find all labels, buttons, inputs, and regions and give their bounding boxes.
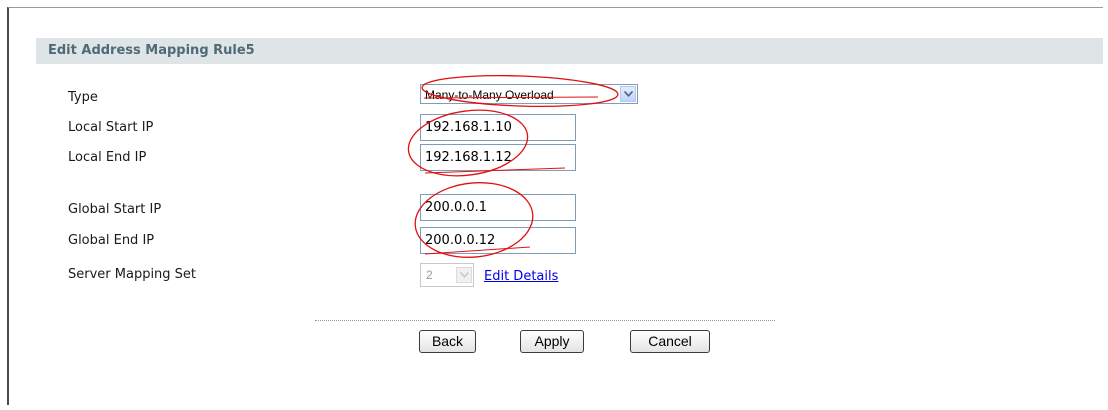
annotation-circle-global-ip	[414, 182, 534, 258]
annotation-strike-global	[424, 246, 531, 255]
annotation-circle-type	[421, 74, 619, 108]
annotation-strike-type	[423, 96, 599, 99]
annotation-circles	[407, 74, 619, 258]
